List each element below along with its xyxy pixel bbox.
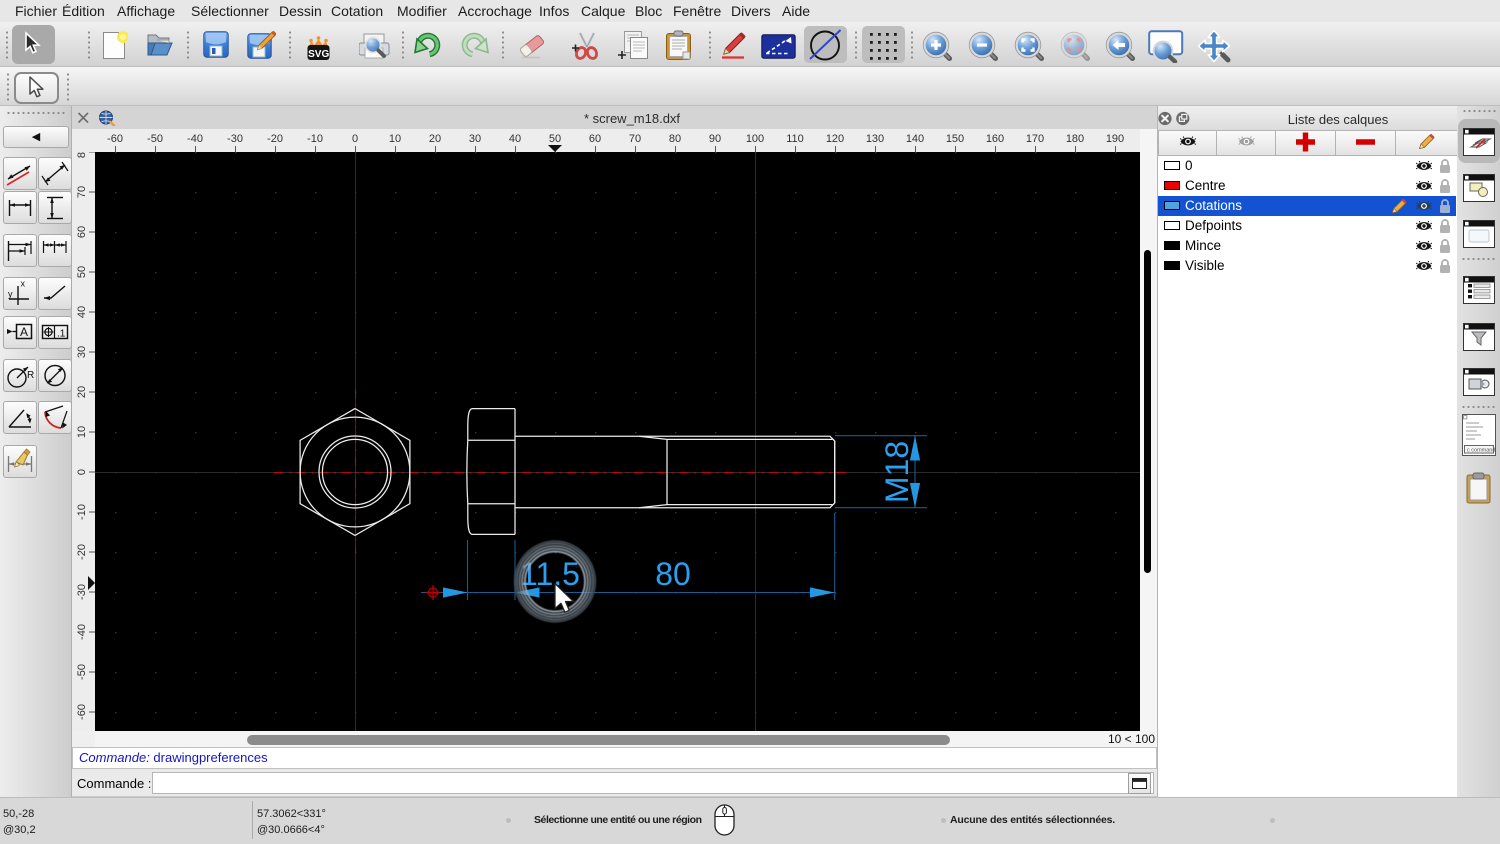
svg-text:100: 100 [746, 133, 764, 145]
svg-text:50: 50 [76, 266, 88, 278]
svg-text:140: 140 [906, 133, 924, 145]
svg-text:120: 120 [826, 133, 844, 145]
svg-text:50: 50 [549, 133, 561, 145]
svg-text:130: 130 [866, 133, 884, 145]
svg-text:-40: -40 [187, 133, 203, 145]
svg-text:60: 60 [76, 226, 88, 238]
svg-text:.1: .1 [57, 329, 66, 340]
svg-text:M18: M18 [879, 441, 915, 503]
svg-text:-10: -10 [307, 133, 323, 145]
svg-text:180: 180 [1066, 133, 1084, 145]
svg-text:150: 150 [946, 133, 964, 145]
svg-text:10: 10 [389, 133, 401, 145]
svg-text:40: 40 [76, 306, 88, 318]
svg-text:-60: -60 [107, 133, 123, 145]
svg-text:-60: -60 [76, 704, 88, 720]
svg-text:R: R [27, 370, 34, 381]
svg-text:20: 20 [429, 133, 441, 145]
svg-text:-20: -20 [267, 133, 283, 145]
svg-text:190: 190 [1106, 133, 1124, 145]
svg-text:80: 80 [76, 152, 88, 158]
svg-text:A: A [20, 325, 28, 339]
svg-text:80: 80 [669, 133, 681, 145]
svg-text:160: 160 [986, 133, 1004, 145]
svg-text:-10: -10 [76, 504, 88, 520]
svg-text:60: 60 [589, 133, 601, 145]
svg-text:x: x [21, 279, 26, 289]
svg-text:20: 20 [76, 386, 88, 398]
svg-text:10: 10 [76, 426, 88, 438]
svg-text:-30: -30 [227, 133, 243, 145]
svg-text:70: 70 [629, 133, 641, 145]
svg-text:70: 70 [76, 186, 88, 198]
svg-text:110: 110 [786, 133, 804, 145]
svg-text:30: 30 [76, 346, 88, 358]
svg-text:-50: -50 [76, 664, 88, 680]
svg-text:0: 0 [352, 133, 358, 145]
svg-text:90: 90 [709, 133, 721, 145]
svg-text:c command: c command [1467, 448, 1495, 454]
svg-text:30: 30 [469, 133, 481, 145]
svg-text:-20: -20 [76, 544, 88, 560]
svg-text:-40: -40 [76, 624, 88, 640]
svg-text:80: 80 [655, 556, 691, 592]
svg-text:-50: -50 [147, 133, 163, 145]
svg-text:SVG: SVG [308, 49, 329, 60]
svg-text:170: 170 [1026, 133, 1044, 145]
svg-text:y: y [8, 289, 13, 299]
svg-text:-30: -30 [76, 584, 88, 600]
svg-text:0: 0 [76, 469, 88, 475]
svg-text:40: 40 [509, 133, 521, 145]
